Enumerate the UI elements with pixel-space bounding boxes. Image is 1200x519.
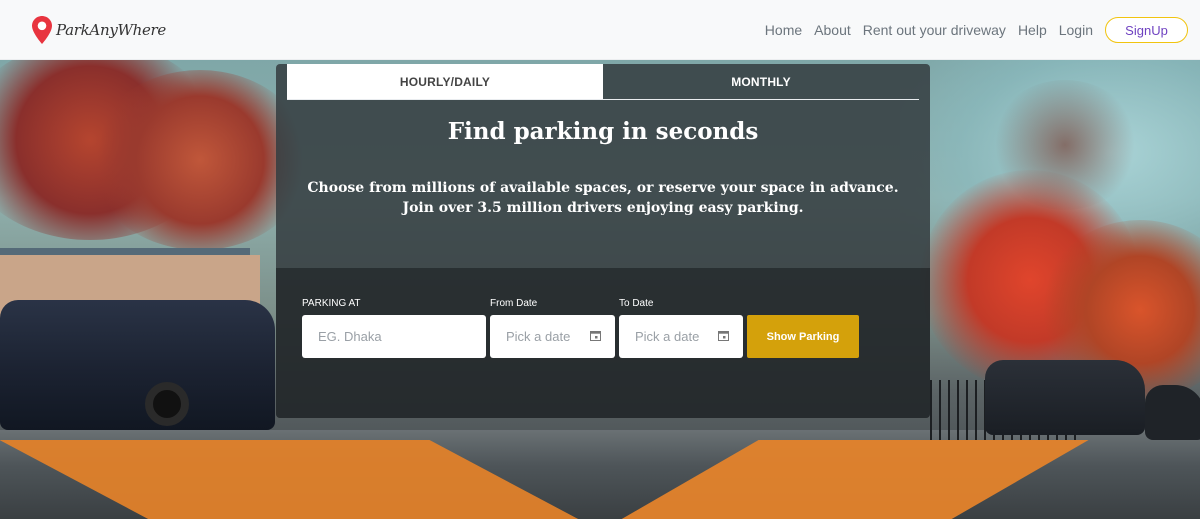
location-pin-icon (32, 16, 52, 44)
nav-links: Home About Rent out your driveway Help L… (753, 0, 1188, 60)
nav-about-link[interactable]: About (814, 22, 851, 38)
nav-home-link[interactable]: Home (765, 22, 802, 38)
hero-headline: Find parking in seconds (447, 118, 759, 145)
hero-subtext-line1: Choose from millions of available spaces… (307, 180, 899, 196)
car-wheel (145, 382, 189, 426)
from-date-input[interactable]: Pick a date (490, 315, 615, 358)
parked-car (1145, 385, 1200, 440)
parked-car (985, 360, 1145, 435)
parked-van (0, 300, 275, 430)
brand-name: ParkAnyWhere (56, 21, 166, 39)
to-date-label: To Date (619, 298, 654, 309)
parking-location-input[interactable]: EG. Dhaka (302, 315, 486, 358)
nav-help-link[interactable]: Help (1018, 22, 1047, 38)
from-date-label: From Date (490, 298, 538, 309)
parking-location-placeholder: EG. Dhaka (318, 329, 382, 344)
top-navbar: ParkAnyWhere Home About Rent out your dr… (0, 0, 1200, 60)
hero-subtext-line2: Join over 3.5 million drivers enjoying e… (402, 200, 804, 216)
show-parking-button[interactable]: Show Parking (747, 315, 859, 358)
hero-subtext: Choose from millions of available spaces… (296, 178, 910, 218)
calendar-icon (718, 331, 729, 341)
nav-login-link[interactable]: Login (1059, 22, 1093, 38)
to-date-placeholder: Pick a date (635, 329, 700, 344)
to-date-input[interactable]: Pick a date (619, 315, 743, 358)
brand-logo[interactable]: ParkAnyWhere (32, 16, 166, 44)
parking-at-label: PARKING AT (302, 298, 361, 309)
nav-rent-driveway-link[interactable]: Rent out your driveway (863, 22, 1006, 38)
booking-tabs: HOURLY/DAILY MONTHLY (287, 64, 919, 100)
calendar-icon (590, 331, 601, 341)
tab-hourly-daily[interactable]: HOURLY/DAILY (287, 64, 603, 99)
from-date-placeholder: Pick a date (506, 329, 571, 344)
tab-monthly[interactable]: MONTHLY (603, 64, 919, 99)
signup-button[interactable]: SignUp (1105, 17, 1188, 43)
tree-foliage (990, 80, 1140, 210)
